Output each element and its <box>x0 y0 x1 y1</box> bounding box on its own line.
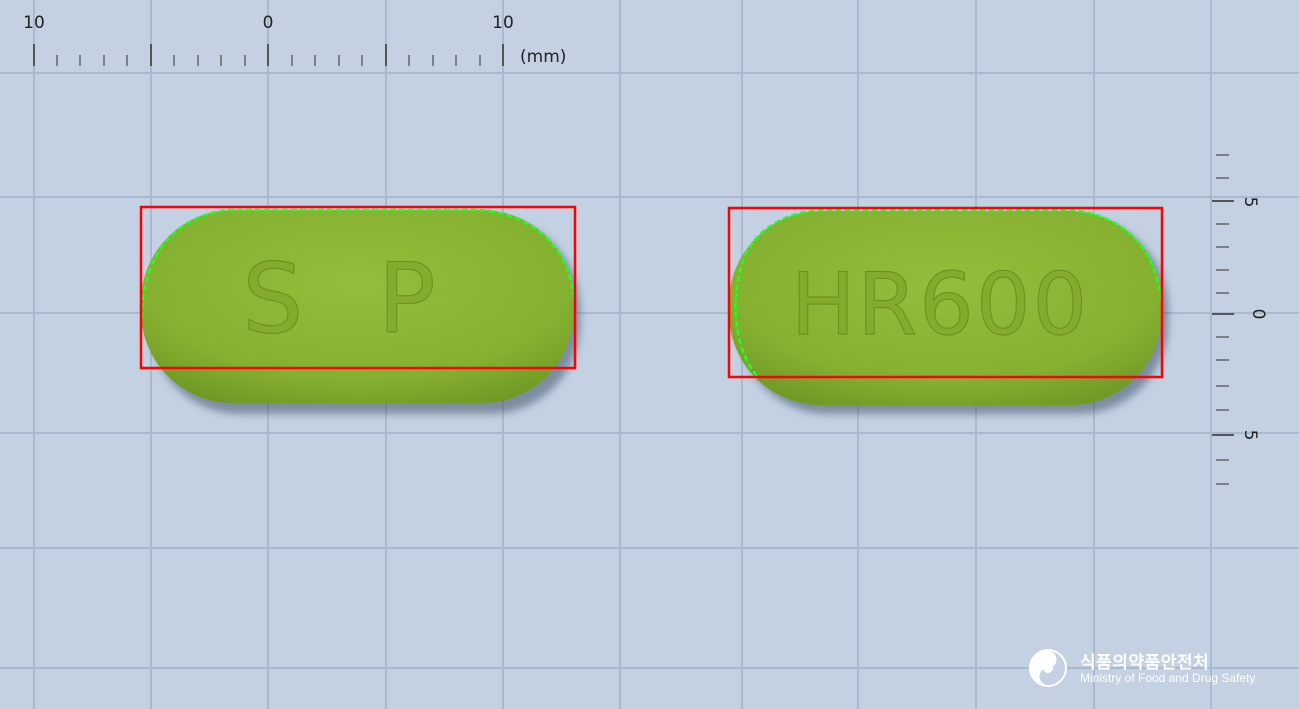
pill-back: HR600 <box>727 206 1168 414</box>
logo-korean-name: 식품의약품안전처 <box>1080 653 1210 673</box>
top-ruler: 10 0 10 (mm) <box>23 13 566 67</box>
right-ruler-label-center: 0 <box>1248 309 1268 320</box>
top-ruler-label-right: 10 <box>492 13 514 33</box>
top-ruler-label-center: 0 <box>263 13 274 33</box>
right-ruler-label-top: 5 <box>1240 197 1260 208</box>
top-ruler-ticks <box>33 44 504 66</box>
right-ruler: 5 0 5 <box>1212 154 1268 485</box>
mfds-emblem-icon <box>1029 649 1067 687</box>
pill-front-imprint: S P <box>242 243 457 355</box>
top-ruler-unit: (mm) <box>520 47 566 67</box>
mfds-logo: 식품의약품안전처 Ministry of Food and Drug Safet… <box>1028 646 1278 690</box>
pill-photo-canvas: 10 0 10 (mm) 5 0 5 S P HR600 <box>0 0 1299 709</box>
right-ruler-label-bottom: 5 <box>1240 430 1260 441</box>
pill-back-imprint: HR600 <box>791 255 1090 355</box>
logo-english-name: Ministry of Food and Drug Safety <box>1080 671 1256 685</box>
right-ruler-ticks <box>1212 154 1234 485</box>
pill-front: S P <box>139 205 580 414</box>
top-ruler-label-left: 10 <box>23 13 45 33</box>
